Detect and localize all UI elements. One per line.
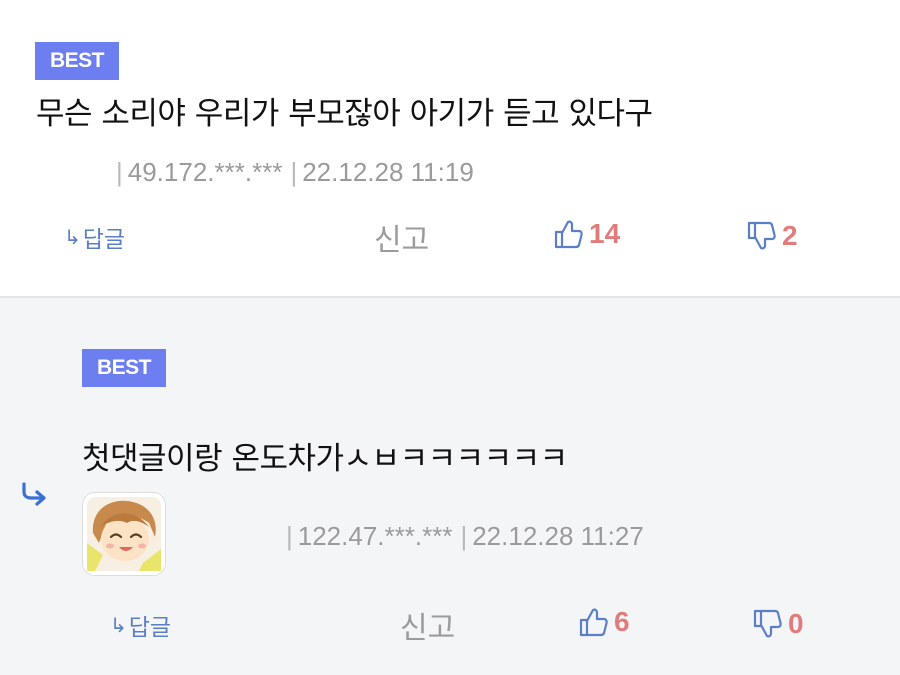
comment-text: 무슨 소리야 우리가 부모잖아 아기가 듣고 있다구 [36, 96, 653, 132]
like-count: 14 [589, 218, 621, 249]
thumbs-down-icon [752, 608, 782, 640]
dislike-count: 0 [788, 608, 804, 639]
reply-button[interactable]: ↳ 답글 [110, 608, 171, 642]
best-badge: BEST [82, 349, 166, 387]
comment-meta: | 49.172.***.*** | 22.12.28 11:19 [116, 157, 474, 187]
reply-button[interactable]: ↳ 답글 [64, 220, 125, 254]
thumbs-up-icon [578, 606, 608, 638]
dislike-count: 2 [782, 220, 798, 251]
comment-date: 22.12.28 11:27 [472, 521, 644, 551]
report-button[interactable]: 신고 [400, 603, 455, 647]
comment-text: 첫댓글이랑 온도차가ㅅㅂㅋㅋㅋㅋㅋㅋ [82, 441, 568, 477]
reply-arrow-icon: ↳ [64, 225, 81, 249]
reply-label: 답글 [128, 615, 172, 641]
best-badge: BEST [35, 42, 119, 80]
dislike-button[interactable]: 0 [752, 608, 804, 640]
thumbs-down-icon [746, 220, 776, 252]
comment-ip: 49.172.***.*** [127, 157, 283, 187]
dislike-button[interactable]: 2 [746, 220, 798, 252]
reply-arrow-icon: ↳ [110, 613, 127, 637]
thumbs-up-icon [553, 218, 583, 250]
avatar[interactable] [83, 493, 165, 575]
nested-reply-arrow-icon [20, 482, 48, 510]
like-button[interactable]: 14 [553, 218, 620, 250]
comment-date: 22.12.28 11:19 [302, 157, 474, 187]
report-button[interactable]: 신고 [374, 215, 429, 259]
comment-meta: | 122.47.***.*** | 22.12.28 11:27 [286, 521, 644, 551]
reply-label: 답글 [82, 227, 126, 253]
comment-item: BEST 무슨 소리야 우리가 부모잖아 아기가 듣고 있다구 | 49.172.… [0, 0, 900, 296]
comment-ip: 122.47.***.*** [297, 521, 453, 551]
like-count: 6 [614, 606, 630, 637]
like-button[interactable]: 6 [578, 606, 630, 638]
